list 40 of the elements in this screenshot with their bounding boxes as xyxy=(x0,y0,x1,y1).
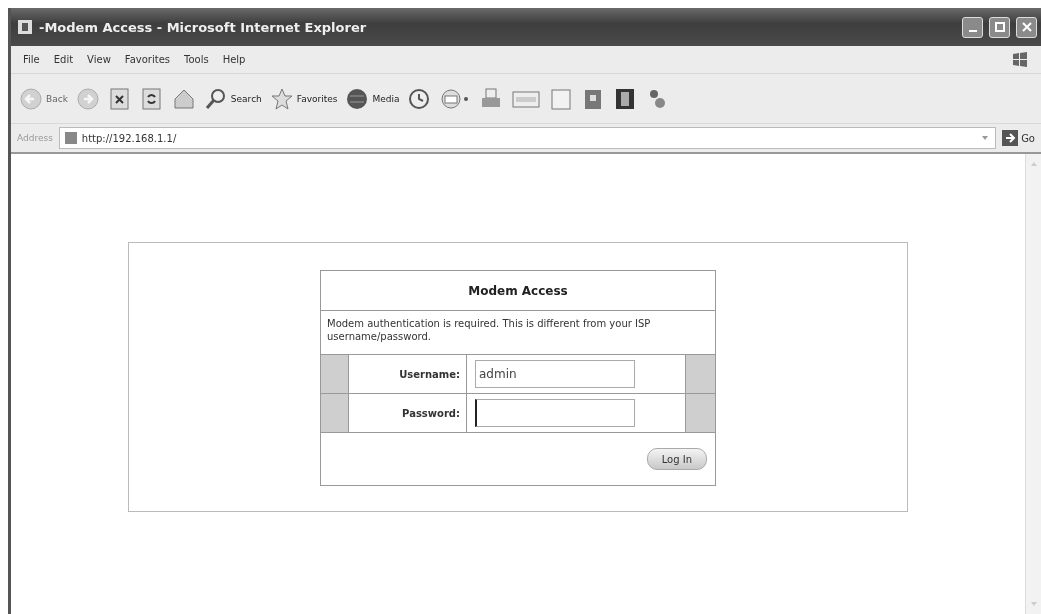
toolbar-button[interactable]: Favorites xyxy=(269,86,338,111)
menu-item[interactable]: Edit xyxy=(53,54,74,65)
toolbar-button[interactable] xyxy=(139,86,164,111)
arrow-icon xyxy=(1002,130,1019,146)
toolbar-button[interactable]: Search xyxy=(203,86,262,111)
address-field[interactable]: http://192.168.1.1/ xyxy=(58,127,997,149)
toolbar-button[interactable]: Media xyxy=(345,86,400,111)
clock-icon xyxy=(407,86,432,111)
panel-title: Modem Access xyxy=(321,271,715,311)
address-label: Address xyxy=(17,133,53,143)
browser-icon xyxy=(17,19,33,35)
scroll-bar[interactable] xyxy=(1025,154,1041,614)
toolbar-button[interactable] xyxy=(407,86,432,111)
minimize-icon xyxy=(968,30,977,32)
menu-item[interactable]: Help xyxy=(222,54,246,65)
stop-icon xyxy=(107,86,132,111)
input-field[interactable]: admin xyxy=(475,360,635,388)
refresh-icon xyxy=(139,86,164,111)
login-button[interactable]: Log In xyxy=(646,448,707,470)
go-button[interactable]: Go xyxy=(1002,130,1035,146)
star-icon xyxy=(269,86,294,111)
input-field[interactable] xyxy=(475,399,635,427)
close-button[interactable] xyxy=(1016,16,1037,38)
maximize-icon xyxy=(994,22,1005,32)
toolbar-button[interactable] xyxy=(107,86,132,111)
page-icon xyxy=(549,86,574,111)
menu-item[interactable]: File xyxy=(23,54,40,65)
field-label: Password: xyxy=(349,394,467,432)
window-title: -Modem Access - Microsoft Internet Explorer xyxy=(39,19,368,35)
maximize-button[interactable] xyxy=(989,16,1010,38)
menu-item[interactable]: View xyxy=(87,54,111,65)
windows-logo-icon xyxy=(1011,50,1029,69)
field-label: Username: xyxy=(349,355,467,393)
globe-icon xyxy=(345,86,370,111)
menu-item[interactable]: Tools xyxy=(184,54,209,65)
close-icon xyxy=(1021,22,1032,32)
page-icon xyxy=(63,131,78,145)
search-icon xyxy=(203,86,228,111)
menu-item[interactable]: Favorites xyxy=(124,54,170,65)
minimize-button[interactable] xyxy=(962,16,983,38)
